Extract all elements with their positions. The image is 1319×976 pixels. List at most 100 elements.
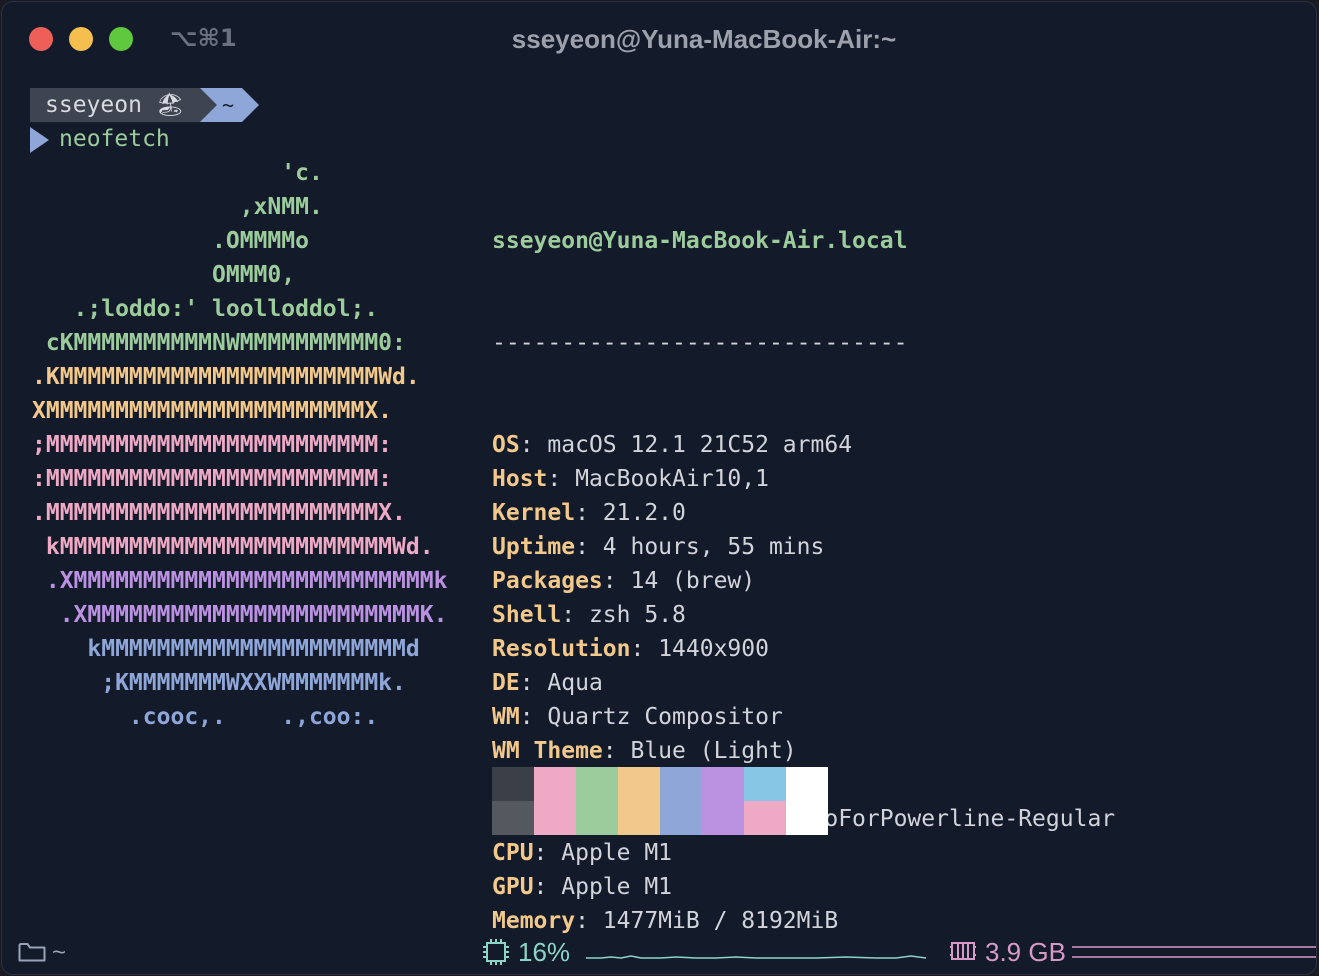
status-bar: ~ 16% 3.9 GB (2, 932, 1316, 974)
info-colon: : (602, 568, 631, 594)
info-value: 14 (brew) (630, 568, 756, 594)
info-colon: : (575, 908, 603, 934)
info-row: GPU: Apple M1 (492, 870, 1115, 904)
info-key: Uptime (492, 534, 576, 560)
folder-icon[interactable] (18, 942, 46, 962)
info-row: WM Theme: Blue (Light) (492, 734, 1115, 768)
command-text: neofetch (59, 126, 170, 152)
color-swatch (492, 801, 534, 835)
info-header: sseyeon@Yuna-MacBook-Air.local (492, 228, 908, 254)
logo-line: .cooc,. .,coo:. (32, 704, 379, 730)
info-colon: : (575, 500, 603, 526)
info-key: Memory (492, 908, 576, 934)
color-swatch (618, 767, 660, 801)
cpu-usage-graph (586, 955, 926, 959)
info-row: Packages: 14 (brew) (492, 564, 1115, 598)
info-key: Kernel (492, 500, 576, 526)
info-row: WM: Quartz Compositor (492, 700, 1115, 734)
color-swatch (702, 801, 744, 835)
info-value: Apple M1 (561, 840, 673, 866)
logo-line: :MMMMMMMMMMMMMMMMMMMMMMMM: (32, 466, 393, 492)
color-swatch (534, 801, 576, 835)
color-swatch (786, 767, 828, 801)
command-arrow-icon (30, 127, 49, 153)
info-key: Shell (492, 602, 562, 628)
info-row: OS: macOS 12.1 21C52 arm64 (492, 428, 1115, 462)
info-row: Resolution: 1440x900 (492, 632, 1115, 666)
logo-line: ,xNMM. (32, 194, 323, 220)
cpu-icon (483, 939, 509, 965)
logo-line: kMMMMMMMMMMMMMMMMMMMMMMd (32, 636, 420, 662)
logo-line: .XMMMMMMMMMMMMMMMMMMMMMMMMK. (32, 602, 448, 628)
window-title: sseyeon@Yuna-MacBook-Air:~ (511, 24, 897, 54)
prompt-separator-icon (200, 88, 217, 122)
info-value: 21.2.0 (602, 500, 686, 526)
color-swatch (702, 767, 744, 801)
info-key: Resolution (492, 636, 631, 662)
title-bar[interactable]: ⌥⌘1 sseyeon@Yuna-MacBook-Air:~ (2, 2, 1316, 76)
info-value: macOS 12.1 21C52 arm64 (547, 432, 853, 458)
logo-line: .KMMMMMMMMMMMMMMMMMMMMMMMWd. (32, 364, 420, 390)
info-colon: : (519, 670, 548, 696)
info-colon: : (575, 534, 603, 560)
info-row: CPU: Apple M1 (492, 836, 1115, 870)
logo-line: 'c. (32, 160, 323, 186)
info-key: CPU (492, 840, 534, 866)
logo-line: .MMMMMMMMMMMMMMMMMMMMMMMMX. (32, 500, 406, 526)
terminal-window: ⌥⌘1 sseyeon@Yuna-MacBook-Air:~ ~ sseyeon… (1, 1, 1317, 975)
info-row: Kernel: 21.2.0 (492, 496, 1115, 530)
cpu-usage: 16% (518, 937, 571, 967)
info-colon: : (519, 432, 548, 458)
prompt-directory: ~ (221, 93, 235, 117)
prompt-user-segment: sseyeon 🏖 (30, 88, 200, 122)
status-directory: ~ (52, 939, 67, 966)
prompt-arrow-icon (242, 88, 259, 122)
memory-icon (950, 942, 976, 960)
info-colon: : (533, 874, 562, 900)
color-swatch (492, 767, 534, 801)
info-value: Quartz Compositor (547, 704, 783, 730)
info-key: WM (492, 704, 520, 730)
info-value: Aqua (547, 670, 603, 696)
info-row: Shell: zsh 5.8 (492, 598, 1115, 632)
info-value: 1477MiB / 8192MiB (602, 908, 839, 934)
info-key: Packages (492, 568, 603, 594)
color-swatch (744, 767, 786, 801)
logo-line: ;MMMMMMMMMMMMMMMMMMMMMMMM: (32, 432, 393, 458)
info-colon: : (533, 840, 562, 866)
info-row: DE: Aqua (492, 666, 1115, 700)
info-value: MacBookAir10,1 (575, 466, 769, 492)
info-value: 1440x900 (658, 636, 769, 662)
logo-line: .;loddo:' loolloddol;. (32, 296, 379, 322)
info-key: WM Theme (492, 738, 603, 764)
info-key: Host (492, 466, 548, 492)
info-value: 4 hours, 55 mins (602, 534, 825, 560)
info-key: OS (492, 432, 520, 458)
memory-usage-graph (1072, 946, 1316, 958)
color-swatch (660, 801, 702, 835)
apple-ascii-logo: 'c. ,xNMM. .OMMMMo OMMM0, .;loddo:' lool… (32, 156, 447, 734)
prompt-username: sseyeon (45, 92, 142, 118)
color-swatch (576, 801, 618, 835)
logo-line: XMMMMMMMMMMMMMMMMMMMMMMMX. (32, 398, 393, 424)
color-swatch (660, 767, 702, 801)
color-palette (492, 767, 828, 835)
info-colon: : (630, 636, 659, 662)
logo-line: .OMMMMo (32, 228, 309, 254)
info-colon: : (547, 466, 576, 492)
color-swatch (786, 801, 828, 835)
info-key: DE (492, 670, 520, 696)
info-colon: : (602, 738, 631, 764)
logo-line: cKMMMMMMMMMMNWMMMMMMMMMM0: (32, 330, 406, 356)
logo-line: kMMMMMMMMMMMMMMMMMMMMMMMMWd. (32, 534, 434, 560)
logo-line: ;KMMMMMMMWXXWMMMMMMMk. (32, 670, 406, 696)
color-swatch (744, 801, 786, 835)
color-swatch (618, 801, 660, 835)
logo-line: .XMMMMMMMMMMMMMMMMMMMMMMMMMMk (32, 568, 448, 594)
logo-line: OMMM0, (32, 262, 296, 288)
color-swatch (576, 767, 618, 801)
info-row: Host: MacBookAir10,1 (492, 462, 1115, 496)
info-colon: : (561, 602, 589, 628)
info-value: Blue (Light) (630, 738, 797, 764)
info-colon: : (519, 704, 548, 730)
